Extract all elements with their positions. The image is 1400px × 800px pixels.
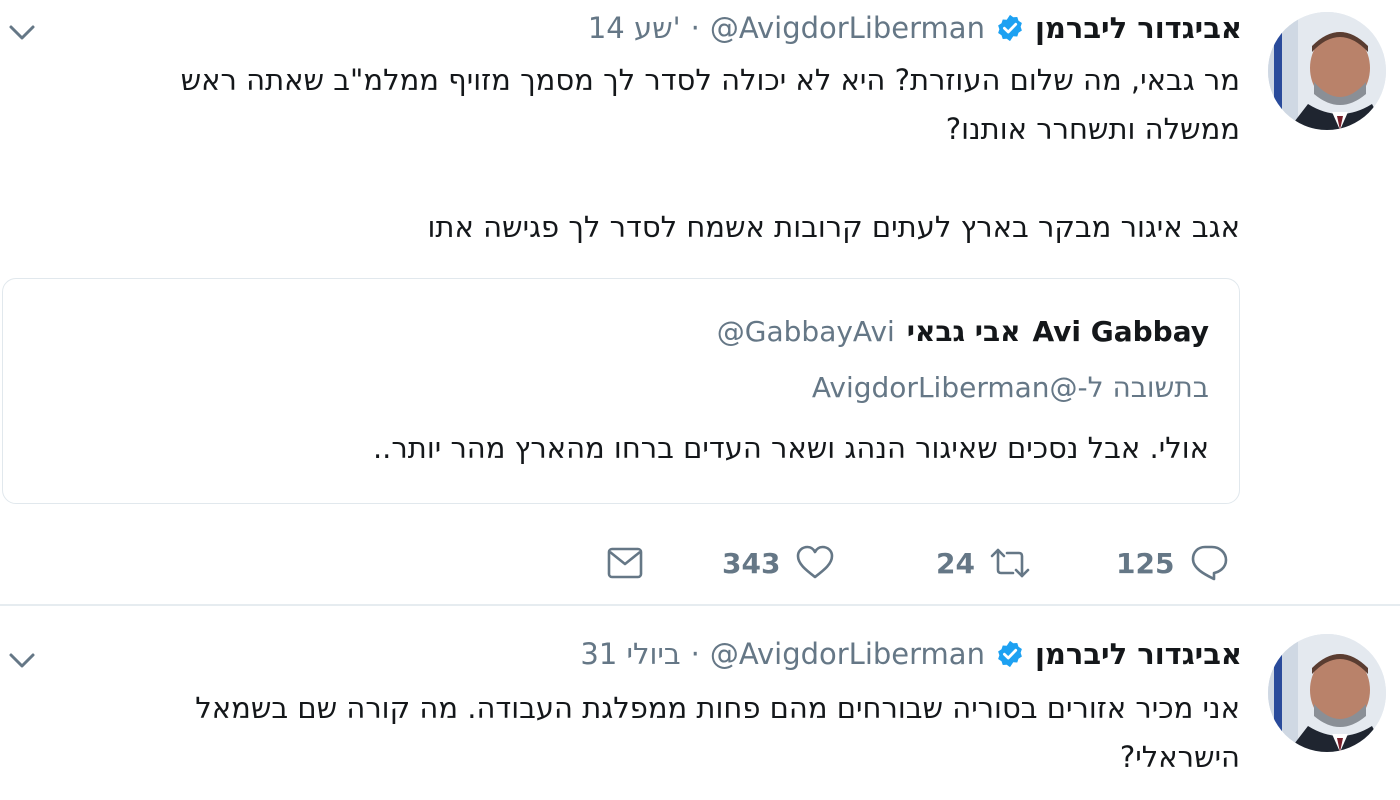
tweet-text: אני מכיר אזורים בסוריה שבורחים מהם פחות …	[195, 691, 1240, 774]
reply-context: בתשובה ל-@AvigdorLiberman	[811, 371, 1209, 404]
tweet[interactable]: אביגדור ליברמן @AvigdorLiberman · 14 שע'…	[0, 0, 1400, 606]
author-handle[interactable]: @AvigdorLiberman	[710, 11, 985, 45]
tweet-timestamp[interactable]: 31 ביולי	[580, 637, 680, 671]
quoted-author-name-en: Avi Gabbay	[1032, 315, 1209, 348]
retweet-icon	[990, 548, 1030, 578]
quoted-tweet-text: אולי. אבל נסכים שאיגור הנהג ושאר העדים ב…	[372, 431, 1209, 465]
tweet[interactable]: אביגדור ליברמן @AvigdorLiberman · 31 ביו…	[0, 606, 1400, 800]
heart-icon	[797, 545, 834, 579]
tweet-header: אביגדור ליברמן @AvigdorLiberman · 14 שע'	[588, 6, 1242, 50]
like-button[interactable]: 343	[722, 538, 836, 588]
separator-dot: ·	[690, 11, 700, 45]
reply-icon	[1192, 545, 1228, 581]
reply-button[interactable]: 125	[1116, 538, 1230, 588]
verified-badge-icon	[998, 640, 1022, 668]
author-handle[interactable]: @AvigdorLiberman	[710, 637, 985, 671]
like-count: 343	[722, 546, 781, 580]
tweet-text: מר גבאי, מה שלום העוזרת? היא לא יכולה לס…	[180, 63, 1240, 244]
author-name[interactable]: אביגדור ליברמן	[1035, 11, 1242, 45]
retweet-count: 24	[936, 546, 975, 580]
direct-message-button[interactable]	[604, 538, 646, 588]
tweet-header: אביגדור ליברמן @AvigdorLiberman · 31 ביו…	[580, 632, 1242, 676]
tweet-timestamp[interactable]: 14 שע'	[588, 11, 681, 45]
verified-badge-icon	[998, 14, 1022, 42]
tweet-actions: 343 24 125	[596, 538, 1246, 588]
author-name[interactable]: אביגדור ליברמן	[1035, 637, 1242, 671]
chevron-down-icon[interactable]	[6, 16, 38, 48]
quoted-author-name-he: אבי גבאי	[906, 315, 1021, 348]
separator-dot: ·	[690, 637, 700, 671]
quoted-author-handle: @GabbayAvi	[716, 315, 895, 348]
avatar[interactable]	[1268, 12, 1386, 130]
quoted-tweet-header: Avi Gabbay אבי גבאי @GabbayAvi	[717, 315, 1209, 348]
envelope-icon	[607, 547, 643, 579]
retweet-button[interactable]: 24	[936, 538, 1031, 588]
chevron-down-icon[interactable]	[6, 644, 38, 676]
avatar[interactable]	[1268, 634, 1386, 752]
quoted-tweet[interactable]: Avi Gabbay אבי גבאי @GabbayAvi בתשובה ל-…	[2, 278, 1240, 504]
reply-count: 125	[1116, 546, 1175, 580]
